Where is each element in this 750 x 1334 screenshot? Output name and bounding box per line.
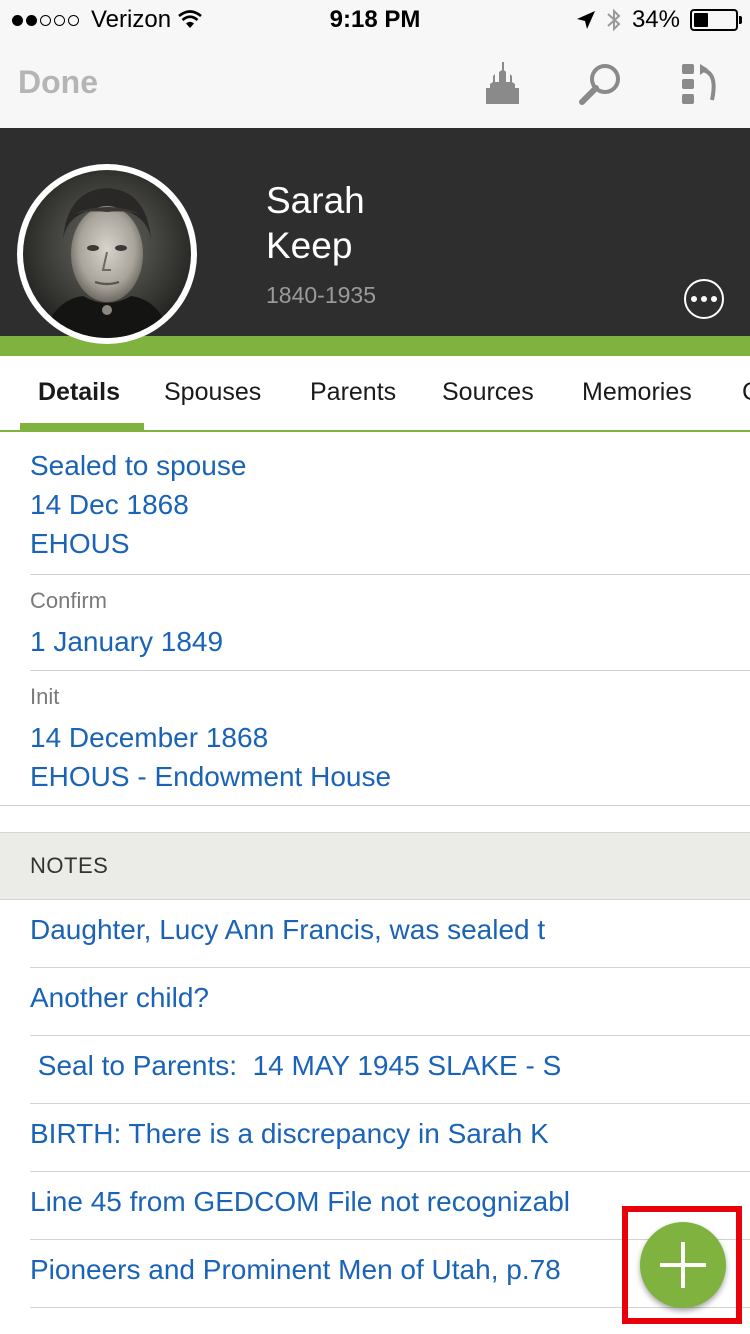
more-options-button[interactable] (684, 279, 724, 319)
person-avatar[interactable] (17, 164, 197, 344)
divider (30, 967, 750, 968)
top-toolbar: Done (0, 40, 750, 128)
init-date: 14 December 1868 (30, 722, 269, 753)
note-item[interactable]: Pioneers and Prominent Men of Utah, p.78 (30, 1254, 730, 1286)
confirm-label: Confirm (30, 588, 108, 613)
tree-switch-icon[interactable] (676, 60, 726, 110)
person-name: Sarah Keep (266, 178, 365, 268)
note-item[interactable]: Daughter, Lucy Ann Francis, was sealed t (30, 914, 730, 946)
person-first-name: Sarah (266, 180, 365, 221)
tab-parents[interactable]: Parents (310, 378, 396, 407)
sealed-temple: EHOUS (30, 528, 130, 559)
init-temple: EHOUS - Endowment House (30, 761, 392, 792)
note-item[interactable]: BIRTH: There is a discrepancy in Sarah K (30, 1118, 730, 1150)
divider (30, 1035, 750, 1036)
sealed-to-spouse-item[interactable]: Sealed to spouse 14 Dec 1868 EHOUS (30, 446, 246, 563)
divider (30, 1103, 750, 1104)
note-item[interactable]: Another child? (30, 982, 730, 1014)
divider (30, 1307, 750, 1308)
confirm-item[interactable]: Confirm 1 January 1849 (30, 588, 223, 661)
person-life-dates: 1840-1935 (266, 282, 376, 308)
confirm-date: 1 January 1849 (30, 626, 224, 657)
tab-bar: Details Spouses Parents Sources Memories… (0, 356, 750, 432)
divider (30, 1239, 750, 1240)
search-icon[interactable] (576, 60, 626, 110)
sealed-title: Sealed to spouse (30, 450, 247, 481)
portrait-photo (23, 170, 191, 338)
person-last-name: Keep (266, 225, 353, 266)
tab-memories[interactable]: Memories (582, 378, 692, 407)
tab-spouses[interactable]: Spouses (164, 378, 261, 407)
done-button[interactable]: Done (18, 64, 98, 101)
init-item[interactable]: Init 14 December 1868 EHOUS - Endowment … (30, 684, 391, 796)
battery-percent: 34% (631, 6, 680, 33)
tab-sources[interactable]: Sources (442, 378, 534, 407)
notes-header-label: NOTES (30, 853, 109, 878)
tab-details[interactable]: Details (38, 378, 120, 407)
divider (30, 670, 750, 671)
add-button[interactable] (640, 1222, 726, 1308)
status-right: 34% (576, 6, 742, 34)
battery-icon (690, 9, 742, 31)
sealed-date: 14 Dec 1868 (30, 489, 189, 520)
divider (30, 1171, 750, 1172)
divider (0, 805, 750, 806)
status-bar: Verizon 9:18 PM 34% (0, 0, 750, 40)
divider (30, 574, 750, 575)
note-item[interactable]: Line 45 from GEDCOM File not recognizabl (30, 1186, 730, 1218)
init-label: Init (30, 684, 60, 709)
notes-section-header: NOTES (0, 832, 750, 900)
bluetooth-icon (607, 8, 621, 32)
tab-overflow[interactable]: C (742, 378, 750, 407)
location-arrow-icon (576, 11, 595, 29)
active-tab-indicator (20, 423, 144, 430)
ellipsis-icon (691, 296, 697, 302)
temple-icon[interactable] (478, 60, 528, 110)
note-item[interactable]: Seal to Parents: 14 MAY 1945 SLAKE - S (30, 1050, 730, 1082)
